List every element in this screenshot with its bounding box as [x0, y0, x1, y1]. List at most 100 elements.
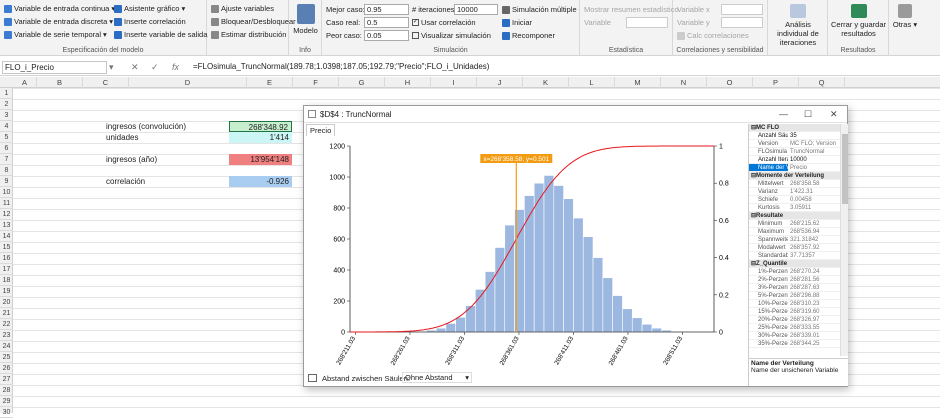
row-header-15[interactable]: 15: [0, 242, 13, 253]
property-row[interactable]: Anzahl Säule35: [749, 132, 841, 140]
property-row[interactable]: Varianz1'422.31: [749, 188, 841, 196]
variable-y-select[interactable]: [721, 17, 763, 28]
chart-wizard-button[interactable]: Asistente gráfico ▾: [114, 4, 185, 13]
scrollbar-thumb[interactable]: [842, 134, 848, 204]
column-header-q[interactable]: Q: [799, 77, 845, 88]
property-row[interactable]: Standardabw37.71357: [749, 252, 841, 260]
window-titlebar[interactable]: $D$4 : TruncNormal — ☐ ✕: [304, 106, 847, 123]
best-case-input[interactable]: 0.95: [364, 4, 409, 15]
property-row[interactable]: Name der VePrecio: [749, 164, 841, 172]
property-category[interactable]: ⊟ Resultate: [749, 212, 841, 220]
recompose-button[interactable]: Recomponer: [502, 31, 555, 40]
tab-precio[interactable]: Precio: [306, 124, 335, 136]
formula-input[interactable]: =FLOsimula_TruncNormal(189.78;1.0398;187…: [193, 62, 489, 71]
close-save-button[interactable]: Cerrar y guardar resultados: [830, 4, 887, 38]
variable-select[interactable]: [626, 17, 668, 28]
iteration-analysis-button[interactable]: Análisis individual de iteraciones: [770, 4, 826, 47]
row-header-11[interactable]: 11: [0, 198, 13, 209]
insert-output-button[interactable]: Inserte variable de salida: [114, 30, 207, 39]
discrete-input-button[interactable]: Variable de entrada discreta ▾: [4, 17, 113, 26]
property-category[interactable]: ⊟ Momente der Verteilung: [749, 172, 841, 180]
multiple-simulation-button[interactable]: Simulación múltiple: [502, 5, 577, 14]
time-series-button[interactable]: Variable de serie temporal ▾: [4, 30, 107, 39]
column-header-f[interactable]: F: [293, 77, 339, 88]
column-header-a[interactable]: A: [13, 77, 37, 88]
visualize-checkbox[interactable]: Visualizar simulación: [412, 31, 491, 40]
row-header-12[interactable]: 12: [0, 209, 13, 220]
property-row[interactable]: Anzahl Iterati10000: [749, 156, 841, 164]
property-row[interactable]: Mittelwert268'358.58: [749, 180, 841, 188]
row-header-26[interactable]: 26: [0, 363, 13, 374]
fit-variables-button[interactable]: Ajuste variables: [211, 4, 274, 13]
cell-d9[interactable]: -0.926: [229, 176, 292, 187]
property-row[interactable]: 5%-Perzentil268'296.88: [749, 292, 841, 300]
lock-unlock-button[interactable]: Bloquear/Desbloquear: [211, 17, 296, 26]
cell-d4[interactable]: 268'348.92: [229, 121, 292, 132]
row-header-14[interactable]: 14: [0, 231, 13, 242]
property-row[interactable]: 15%-Perzentil268'319.60: [749, 308, 841, 316]
property-row[interactable]: Kurtosis3.05911: [749, 204, 841, 212]
row-header-9[interactable]: 9: [0, 176, 13, 187]
row-header-18[interactable]: 18: [0, 275, 13, 286]
property-row[interactable]: 2%-Perzentil268'281.56: [749, 276, 841, 284]
row-header-25[interactable]: 25: [0, 352, 13, 363]
row-header-27[interactable]: 27: [0, 374, 13, 385]
name-box[interactable]: FLO_i_Precio: [2, 61, 107, 74]
row-header-7[interactable]: 7: [0, 154, 13, 165]
property-row[interactable]: 3%-Perzentil268'287.63: [749, 284, 841, 292]
cancel-icon[interactable]: ✕: [131, 62, 139, 73]
column-header-g[interactable]: G: [339, 77, 385, 88]
row-header-24[interactable]: 24: [0, 341, 13, 352]
column-header-p[interactable]: P: [753, 77, 799, 88]
property-row[interactable]: 25%-Perzentil268'333.55: [749, 324, 841, 332]
minimize-icon[interactable]: —: [779, 109, 788, 119]
property-row[interactable]: Maximum268'536.94: [749, 228, 841, 236]
column-header-c[interactable]: C: [83, 77, 129, 88]
maximize-icon[interactable]: ☐: [804, 109, 812, 120]
row-header-23[interactable]: 23: [0, 330, 13, 341]
column-header-d[interactable]: D: [129, 77, 247, 88]
column-header-e[interactable]: E: [247, 77, 293, 88]
property-row[interactable]: 20%-Perzentil268'326.97: [749, 316, 841, 324]
insert-function-icon[interactable]: fx: [172, 62, 179, 72]
real-case-input[interactable]: 0.5: [364, 17, 409, 28]
show-summary-button[interactable]: Mostrar resumen estadístico: [584, 5, 679, 14]
row-header-19[interactable]: 19: [0, 286, 13, 297]
column-header-n[interactable]: N: [661, 77, 707, 88]
calc-correlations-button[interactable]: Calc correlaciones: [677, 31, 749, 40]
use-correlation-checkbox[interactable]: ✓Usar correlación: [412, 18, 476, 27]
column-header-b[interactable]: B: [37, 77, 83, 88]
properties-list[interactable]: ⊟ MC FLOAnzahl Säule35VersionMC FLO; Ver…: [749, 124, 841, 356]
bar-gap-select[interactable]: Ohne Abstand▾: [402, 372, 472, 383]
column-header-m[interactable]: M: [615, 77, 661, 88]
name-dropdown-icon[interactable]: ▾: [109, 62, 114, 73]
start-button[interactable]: Iniciar: [502, 18, 532, 27]
column-header-k[interactable]: K: [523, 77, 569, 88]
property-row[interactable]: VersionMC FLO; Version: [749, 140, 841, 148]
worst-case-input[interactable]: 0.05: [364, 30, 409, 41]
insert-correlation-button[interactable]: Inserte correlación: [114, 17, 186, 26]
property-category[interactable]: ⊟ Z_Quantile: [749, 260, 841, 268]
model-button[interactable]: Modelo: [291, 4, 320, 35]
cell-d7[interactable]: 13'954'148: [229, 154, 292, 165]
row-header-16[interactable]: 16: [0, 253, 13, 264]
column-header-h[interactable]: H: [385, 77, 431, 88]
property-row[interactable]: Spannweite321.31842: [749, 236, 841, 244]
property-row[interactable]: Schiefe0.00458: [749, 196, 841, 204]
property-row[interactable]: 35%-Perzentil268'344.25: [749, 340, 841, 348]
estimate-distribution-button[interactable]: Estimar distribución: [211, 30, 286, 39]
row-header-22[interactable]: 22: [0, 319, 13, 330]
row-header-6[interactable]: 6: [0, 143, 13, 154]
variable-x-select[interactable]: [721, 4, 763, 15]
iterations-input[interactable]: 10000: [454, 4, 498, 15]
row-header-1[interactable]: 1: [0, 88, 13, 99]
row-header-21[interactable]: 21: [0, 308, 13, 319]
row-header-10[interactable]: 10: [0, 187, 13, 198]
row-header-3[interactable]: 3: [0, 110, 13, 121]
chart-settings-icon[interactable]: [308, 374, 317, 382]
property-row[interactable]: FLOsimulaTruncNormal: [749, 148, 841, 156]
close-icon[interactable]: ✕: [830, 109, 838, 120]
other-button[interactable]: Otras ▾: [891, 4, 919, 29]
continuous-input-button[interactable]: Variable de entrada continua ▾: [4, 4, 115, 13]
row-header-5[interactable]: 5: [0, 132, 13, 143]
